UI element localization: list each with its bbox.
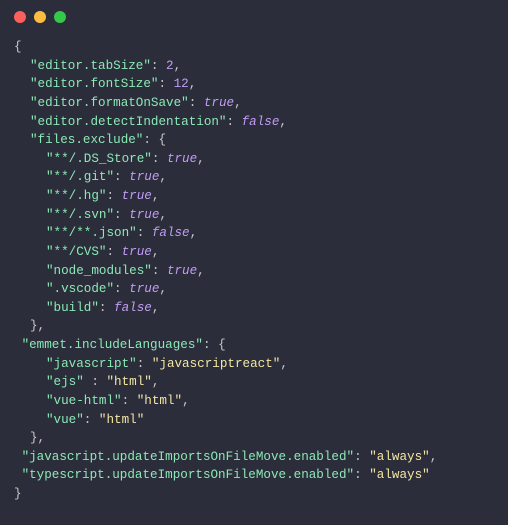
json-key: ".vscode" bbox=[46, 282, 114, 296]
json-value: true bbox=[167, 152, 197, 166]
json-value: 12 bbox=[174, 77, 189, 91]
json-value: true bbox=[129, 208, 159, 222]
json-key: "editor.formatOnSave" bbox=[30, 96, 189, 110]
setting-line: "editor.fontSize": 12, bbox=[14, 75, 494, 94]
json-key: "emmet.includeLanguages" bbox=[22, 338, 203, 352]
json-value: "html" bbox=[99, 413, 144, 427]
json-value: true bbox=[167, 264, 197, 278]
json-value: true bbox=[204, 96, 234, 110]
json-value: "javascriptreact" bbox=[152, 357, 280, 371]
files-exclude-item: "**/.DS_Store": true, bbox=[14, 150, 494, 169]
json-key: "javascript.updateImportsOnFileMove.enab… bbox=[22, 450, 355, 464]
emmet-item: "ejs" : "html", bbox=[14, 373, 494, 392]
window-titlebar bbox=[0, 0, 508, 34]
setting-line: "editor.detectIndentation": false, bbox=[14, 113, 494, 132]
json-key: "editor.tabSize" bbox=[30, 59, 151, 73]
maximize-icon[interactable] bbox=[54, 11, 66, 23]
files-exclude-item: "**/.git": true, bbox=[14, 168, 494, 187]
json-key: "typescript.updateImportsOnFileMove.enab… bbox=[22, 468, 355, 482]
json-key: "**/.DS_Store" bbox=[46, 152, 152, 166]
json-key: "**/CVS" bbox=[46, 245, 106, 259]
json-value: false bbox=[114, 301, 152, 315]
json-value: true bbox=[129, 170, 159, 184]
json-key: "files.exclude" bbox=[30, 133, 143, 147]
json-key: "editor.fontSize" bbox=[30, 77, 158, 91]
files-exclude-close: }, bbox=[14, 317, 494, 336]
files-exclude-item: "node_modules": true, bbox=[14, 262, 494, 281]
code-area: {"editor.tabSize": 2,"editor.fontSize": … bbox=[0, 34, 508, 518]
setting-line: "typescript.updateImportsOnFileMove.enab… bbox=[14, 466, 494, 485]
json-key: "ejs" bbox=[46, 375, 91, 389]
json-value: true bbox=[122, 245, 152, 259]
json-value: "html" bbox=[137, 394, 182, 408]
json-key: "**/.git" bbox=[46, 170, 114, 184]
json-value: true bbox=[129, 282, 159, 296]
json-key: "build" bbox=[46, 301, 99, 315]
files-exclude-open: "files.exclude": { bbox=[14, 131, 494, 150]
json-value: "always" bbox=[369, 450, 429, 464]
json-key: "editor.detectIndentation" bbox=[30, 115, 227, 129]
emmet-close: }, bbox=[14, 429, 494, 448]
emmet-item: "javascript": "javascriptreact", bbox=[14, 355, 494, 374]
setting-line: "javascript.updateImportsOnFileMove.enab… bbox=[14, 448, 494, 467]
files-exclude-item: "**/CVS": true, bbox=[14, 243, 494, 262]
emmet-open: "emmet.includeLanguages": { bbox=[14, 336, 494, 355]
json-value: false bbox=[242, 115, 280, 129]
setting-line: "editor.formatOnSave": true, bbox=[14, 94, 494, 113]
json-key: "javascript" bbox=[46, 357, 137, 371]
emmet-item: "vue-html": "html", bbox=[14, 392, 494, 411]
json-key: "**/.hg" bbox=[46, 189, 106, 203]
json-value: "always" bbox=[369, 468, 429, 482]
editor-window: {"editor.tabSize": 2,"editor.fontSize": … bbox=[0, 0, 508, 525]
json-key: "**/.svn" bbox=[46, 208, 114, 222]
json-key: "vue" bbox=[46, 413, 84, 427]
files-exclude-item: "build": false, bbox=[14, 299, 494, 318]
json-key: "node_modules" bbox=[46, 264, 152, 278]
files-exclude-item: "**/.svn": true, bbox=[14, 206, 494, 225]
minimize-icon[interactable] bbox=[34, 11, 46, 23]
files-exclude-item: ".vscode": true, bbox=[14, 280, 494, 299]
setting-line: "editor.tabSize": 2, bbox=[14, 57, 494, 76]
json-value: false bbox=[152, 226, 190, 240]
json-value: 2 bbox=[166, 59, 174, 73]
brace-open: { bbox=[14, 38, 494, 57]
emmet-item: "vue": "html" bbox=[14, 411, 494, 430]
files-exclude-item: "**/.hg": true, bbox=[14, 187, 494, 206]
json-key: "**/**.json" bbox=[46, 226, 137, 240]
close-icon[interactable] bbox=[14, 11, 26, 23]
files-exclude-item: "**/**.json": false, bbox=[14, 224, 494, 243]
json-value: "html" bbox=[106, 375, 151, 389]
json-value: true bbox=[122, 189, 152, 203]
json-key: "vue-html" bbox=[46, 394, 122, 408]
brace-close: } bbox=[14, 485, 494, 504]
